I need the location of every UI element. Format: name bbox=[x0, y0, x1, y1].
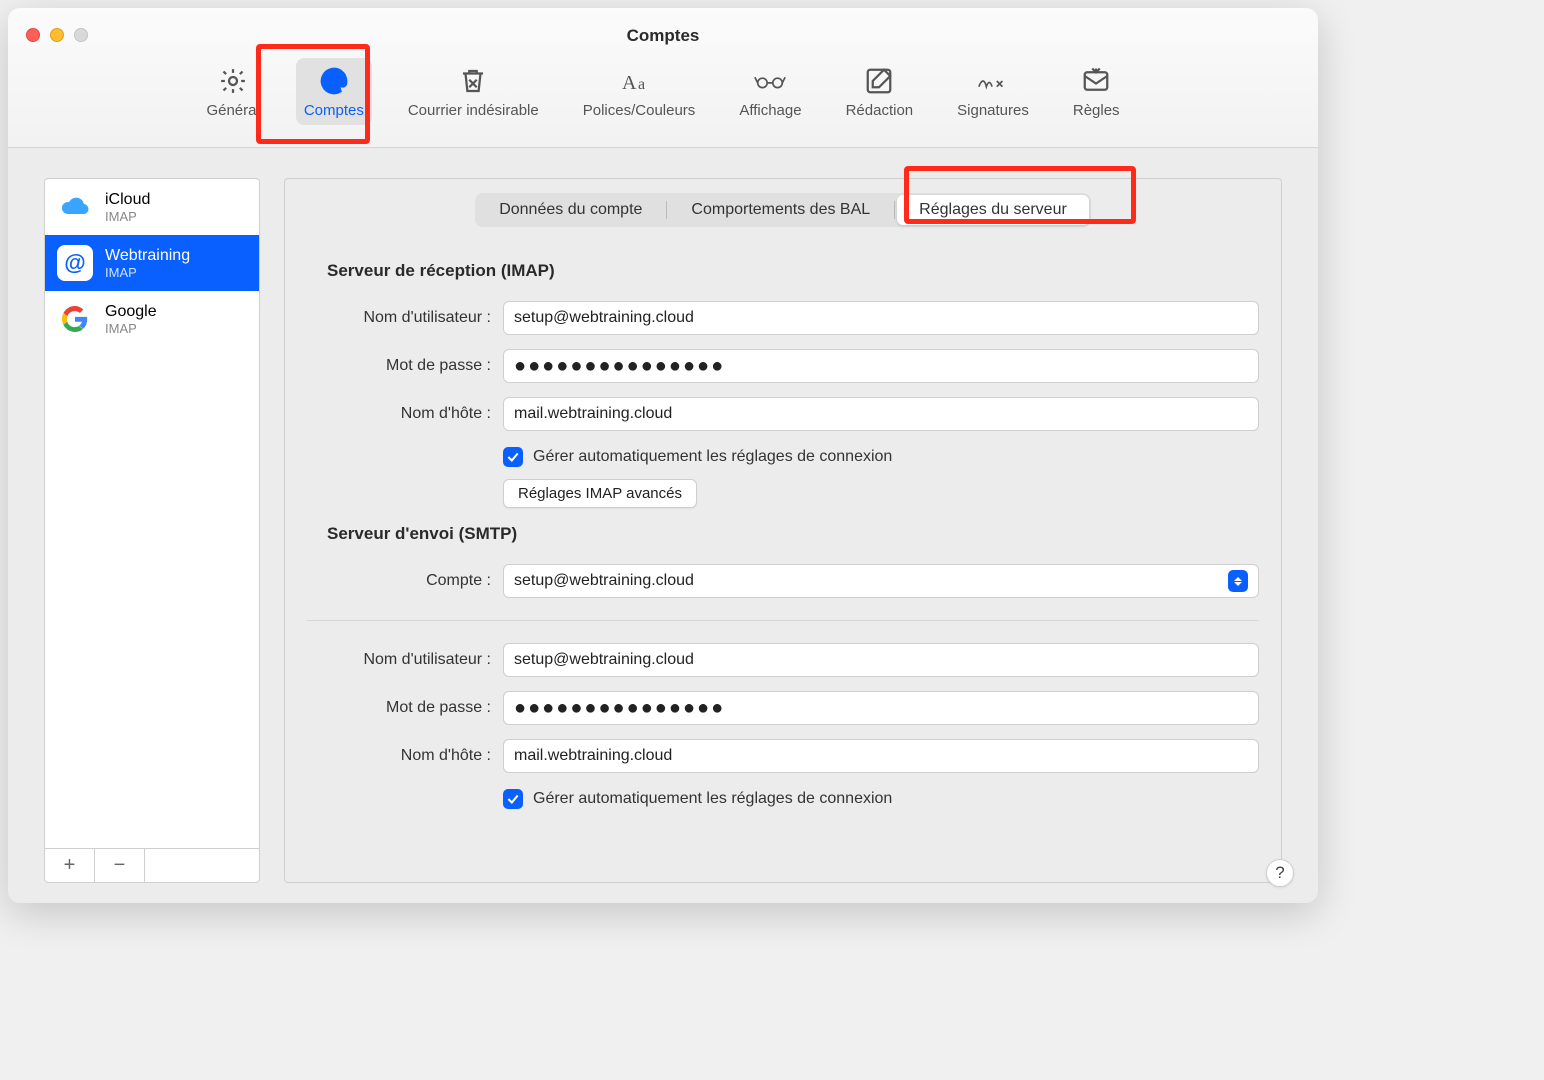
toolbar-item-label: Règles bbox=[1073, 102, 1120, 119]
google-icon bbox=[57, 301, 93, 337]
account-name: Google bbox=[105, 303, 157, 321]
toolbar-item-composing[interactable]: Rédaction bbox=[838, 58, 922, 125]
toolbar-item-label: Rédaction bbox=[846, 102, 914, 119]
incoming-auto-manage-row[interactable]: Gérer automatiquement les réglages de co… bbox=[503, 447, 1259, 467]
incoming-host-row: Nom d'hôte : mail.webtraining.cloud bbox=[307, 397, 1259, 431]
toolbar-item-label: Comptes bbox=[304, 102, 364, 119]
outgoing-host-row: Nom d'hôte : mail.webtraining.cloud bbox=[307, 739, 1259, 773]
toolbar-item-rules[interactable]: Règles bbox=[1065, 58, 1128, 125]
outgoing-username-row: Nom d'utilisateur : setup@webtraining.cl… bbox=[307, 643, 1259, 677]
sidebar-item-google[interactable]: Google IMAP bbox=[45, 291, 259, 347]
account-name: iCloud bbox=[105, 191, 150, 209]
tab-server-settings[interactable]: Réglages du serveur bbox=[897, 195, 1089, 225]
incoming-password-row: Mot de passe : ●●●●●●●●●●●●●●● bbox=[307, 349, 1259, 383]
tab-mailbox-behaviors[interactable]: Comportements des BAL bbox=[669, 195, 892, 225]
font-icon: Aa bbox=[622, 64, 656, 98]
toolbar: Général Comptes Courrier indésirable Aa … bbox=[8, 58, 1318, 125]
accounts-sidebar: iCloud IMAP @ Webtraining IMAP Google IM… bbox=[44, 178, 260, 883]
incoming-host-input[interactable]: mail.webtraining.cloud bbox=[503, 397, 1259, 431]
outgoing-host-input[interactable]: mail.webtraining.cloud bbox=[503, 739, 1259, 773]
outgoing-auto-manage-label: Gérer automatiquement les réglages de co… bbox=[533, 790, 892, 808]
incoming-section-title: Serveur de réception (IMAP) bbox=[327, 261, 1259, 281]
account-protocol: IMAP bbox=[105, 265, 190, 280]
toolbar-item-fonts[interactable]: Aa Polices/Couleurs bbox=[575, 58, 704, 125]
toolbar-item-label: Courrier indésirable bbox=[408, 102, 539, 119]
outgoing-password-label: Mot de passe : bbox=[307, 699, 491, 717]
glasses-icon bbox=[753, 64, 787, 98]
sidebar-footer: + − bbox=[45, 848, 259, 882]
select-arrows-icon bbox=[1228, 570, 1248, 592]
outgoing-password-row: Mot de passe : ●●●●●●●●●●●●●●● bbox=[307, 691, 1259, 725]
outgoing-account-value: setup@webtraining.cloud bbox=[514, 572, 694, 590]
signature-icon bbox=[976, 64, 1010, 98]
incoming-host-label: Nom d'hôte : bbox=[307, 405, 491, 423]
outgoing-account-label: Compte : bbox=[307, 572, 491, 590]
titlebar: Comptes Général Comptes Courrier indésir… bbox=[8, 8, 1318, 148]
gear-icon bbox=[216, 64, 250, 98]
sidebar-item-icloud[interactable]: iCloud IMAP bbox=[45, 179, 259, 235]
main-panel: Données du compte Comportements des BAL … bbox=[284, 178, 1282, 883]
at-sign-icon bbox=[317, 64, 351, 98]
outgoing-host-label: Nom d'hôte : bbox=[307, 747, 491, 765]
toolbar-item-signatures[interactable]: Signatures bbox=[949, 58, 1037, 125]
incoming-username-row: Nom d'utilisateur : setup@webtraining.cl… bbox=[307, 301, 1259, 335]
account-protocol: IMAP bbox=[105, 209, 150, 224]
preferences-window: Comptes Général Comptes Courrier indésir… bbox=[8, 8, 1318, 903]
incoming-auto-manage-label: Gérer automatiquement les réglages de co… bbox=[533, 448, 892, 466]
checkbox-checked-icon bbox=[503, 789, 523, 809]
incoming-username-input[interactable]: setup@webtraining.cloud bbox=[503, 301, 1259, 335]
outgoing-section-title: Serveur d'envoi (SMTP) bbox=[327, 524, 1259, 544]
svg-text:a: a bbox=[638, 76, 645, 93]
icloud-icon bbox=[57, 189, 93, 225]
toolbar-item-label: Affichage bbox=[739, 102, 801, 119]
add-account-button[interactable]: + bbox=[45, 849, 95, 882]
divider bbox=[307, 620, 1259, 621]
toolbar-item-viewing[interactable]: Affichage bbox=[731, 58, 809, 125]
toolbar-item-label: Polices/Couleurs bbox=[583, 102, 696, 119]
checkbox-checked-icon bbox=[503, 447, 523, 467]
tab-account-info[interactable]: Données du compte bbox=[477, 195, 664, 225]
incoming-password-input[interactable]: ●●●●●●●●●●●●●●● bbox=[503, 349, 1259, 383]
outgoing-password-input[interactable]: ●●●●●●●●●●●●●●● bbox=[503, 691, 1259, 725]
incoming-password-label: Mot de passe : bbox=[307, 357, 491, 375]
outgoing-account-row: Compte : setup@webtraining.cloud bbox=[307, 564, 1259, 598]
content-area: iCloud IMAP @ Webtraining IMAP Google IM… bbox=[44, 178, 1282, 883]
toolbar-item-accounts[interactable]: Comptes bbox=[296, 58, 372, 125]
outgoing-auto-manage-row[interactable]: Gérer automatiquement les réglages de co… bbox=[503, 789, 1259, 809]
incoming-username-label: Nom d'utilisateur : bbox=[307, 309, 491, 327]
compose-icon bbox=[862, 64, 896, 98]
remove-account-button[interactable]: − bbox=[95, 849, 145, 882]
toolbar-item-label: Signatures bbox=[957, 102, 1029, 119]
account-protocol: IMAP bbox=[105, 321, 157, 336]
toolbar-item-general[interactable]: Général bbox=[198, 58, 267, 125]
trash-icon bbox=[456, 64, 490, 98]
toolbar-item-junk[interactable]: Courrier indésirable bbox=[400, 58, 547, 125]
sidebar-item-webtraining[interactable]: @ Webtraining IMAP bbox=[45, 235, 259, 291]
rules-icon bbox=[1079, 64, 1113, 98]
outgoing-username-label: Nom d'utilisateur : bbox=[307, 651, 491, 669]
svg-text:A: A bbox=[622, 72, 637, 94]
outgoing-username-input[interactable]: setup@webtraining.cloud bbox=[503, 643, 1259, 677]
advanced-imap-button[interactable]: Réglages IMAP avancés bbox=[503, 479, 697, 508]
window-title: Comptes bbox=[8, 26, 1318, 46]
account-tabs: Données du compte Comportements des BAL … bbox=[475, 193, 1091, 227]
at-sign-icon: @ bbox=[57, 245, 93, 281]
outgoing-account-select[interactable]: setup@webtraining.cloud bbox=[503, 564, 1259, 598]
help-button[interactable]: ? bbox=[1266, 859, 1294, 887]
toolbar-item-label: Général bbox=[206, 102, 259, 119]
account-name: Webtraining bbox=[105, 247, 190, 265]
